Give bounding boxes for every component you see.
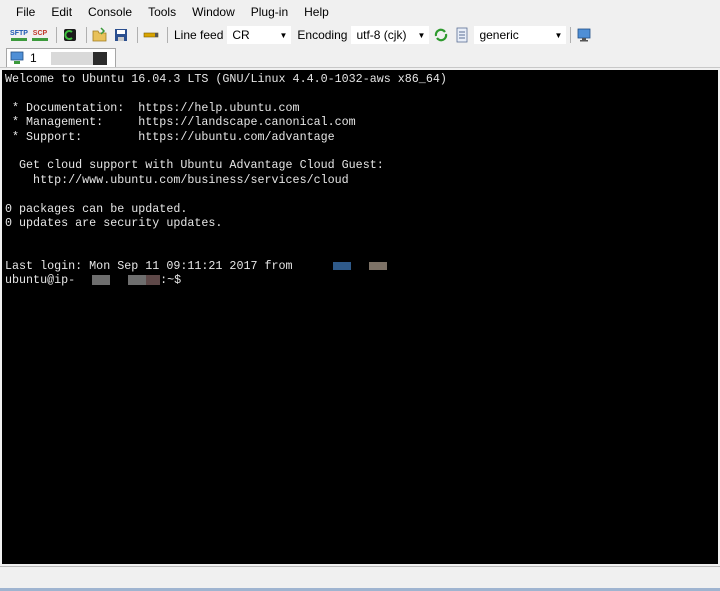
menu-console[interactable]: Console: [80, 0, 140, 24]
sftp-bar-icon: [11, 37, 27, 41]
chevron-down-icon: ▼: [554, 31, 563, 40]
remote-desktop-button[interactable]: [575, 26, 593, 44]
chevron-down-icon: ▼: [417, 31, 426, 40]
encoding-value: utf-8 (cjk): [356, 28, 407, 42]
terminal-type-button[interactable]: [453, 26, 471, 44]
line-feed-label: Line feed: [174, 28, 224, 42]
toolbar-separator: [56, 27, 57, 43]
redacted-host: [92, 51, 107, 65]
status-bar: [0, 566, 720, 588]
terminal-line: 0 updates are security updates.: [5, 215, 223, 230]
menu-plugin[interactable]: Plug-in: [243, 0, 296, 24]
redacted-host: [50, 51, 93, 65]
encoding-label: Encoding: [297, 28, 348, 42]
pencil-icon: [143, 32, 159, 38]
last-login-line: Last login: Mon Sep 11 09:11:21 2017 fro…: [5, 259, 718, 273]
menu-bar: File Edit Console Tools Window Plug-in H…: [0, 0, 720, 24]
terminal-console[interactable]: Welcome to Ubuntu 16.04.3 LTS (GNU/Linux…: [2, 70, 718, 564]
menu-file[interactable]: File: [8, 0, 43, 24]
document-settings-icon: [457, 27, 468, 43]
menu-help[interactable]: Help: [296, 0, 337, 24]
save-icon: [115, 29, 127, 41]
terminal-line: http://www.ubuntu.com/business/services/…: [5, 172, 349, 187]
session-tab-strip: 1: [0, 46, 720, 68]
terminal-line: * Documentation: https://help.ubuntu.com: [5, 100, 300, 115]
session-icon: [10, 51, 24, 64]
refresh-encoding-button[interactable]: [432, 26, 450, 44]
chevron-down-icon: ▼: [279, 31, 288, 40]
line-feed-select[interactable]: CR ▼: [227, 26, 292, 44]
toolbar-separator: [86, 27, 87, 43]
terminal-line: * Support: https://ubuntu.com/advantage: [5, 129, 335, 144]
terminal-line: Welcome to Ubuntu 16.04.3 LTS (GNU/Linux…: [5, 72, 447, 86]
open-button[interactable]: [91, 26, 109, 44]
prompt-suffix: :~$: [160, 273, 182, 288]
refresh-icon: [435, 28, 448, 42]
terminal-type-select[interactable]: generic ▼: [474, 26, 567, 44]
monitor-icon: [578, 28, 591, 42]
terminal-line: Get cloud support with Ubuntu Advantage …: [5, 158, 384, 173]
toolbar: SFTP SCP Line feed CR ▼ Encoding utf-8 (…: [0, 24, 720, 46]
redacted-ip: [92, 275, 111, 286]
scp-bar-icon: [32, 37, 48, 41]
terminal-type-value: generic: [479, 28, 519, 42]
session-tab[interactable]: 1: [6, 48, 116, 67]
terminal-line: * Management: https://landscape.canonica…: [5, 115, 356, 130]
prompt-user: ubuntu@ip-: [5, 273, 76, 288]
toolbar-separator: [137, 27, 138, 43]
menu-tools[interactable]: Tools: [140, 0, 184, 24]
sftp-button[interactable]: SFTP: [10, 26, 28, 44]
keyboard-button[interactable]: [142, 26, 160, 44]
session-tab-label: 1: [30, 51, 37, 65]
encoding-select[interactable]: utf-8 (cjk) ▼: [351, 26, 430, 44]
sftp-label: SFTP: [10, 29, 28, 37]
redacted-ip: [128, 275, 147, 286]
line-feed-value: CR: [232, 28, 250, 42]
terminal-line: 0 packages can be updated.: [5, 201, 188, 216]
toolbar-separator: [570, 27, 572, 43]
redacted-ip: [368, 261, 387, 270]
menu-window[interactable]: Window: [184, 0, 243, 24]
save-button[interactable]: [112, 26, 130, 44]
prompt-line: ubuntu@ip- :~$: [5, 273, 718, 287]
scp-label: SCP: [32, 29, 48, 37]
redacted-ip: [146, 275, 161, 286]
redacted-ip: [332, 261, 351, 270]
toolbar-separator: [167, 27, 168, 43]
plug-icon: [64, 29, 76, 41]
scp-button[interactable]: SCP: [31, 26, 49, 44]
connect-button[interactable]: [61, 26, 79, 44]
open-folder-icon: [92, 27, 107, 42]
menu-edit[interactable]: Edit: [43, 0, 80, 24]
last-login-text: Last login: Mon Sep 11 09:11:21 2017 fro…: [5, 259, 293, 274]
